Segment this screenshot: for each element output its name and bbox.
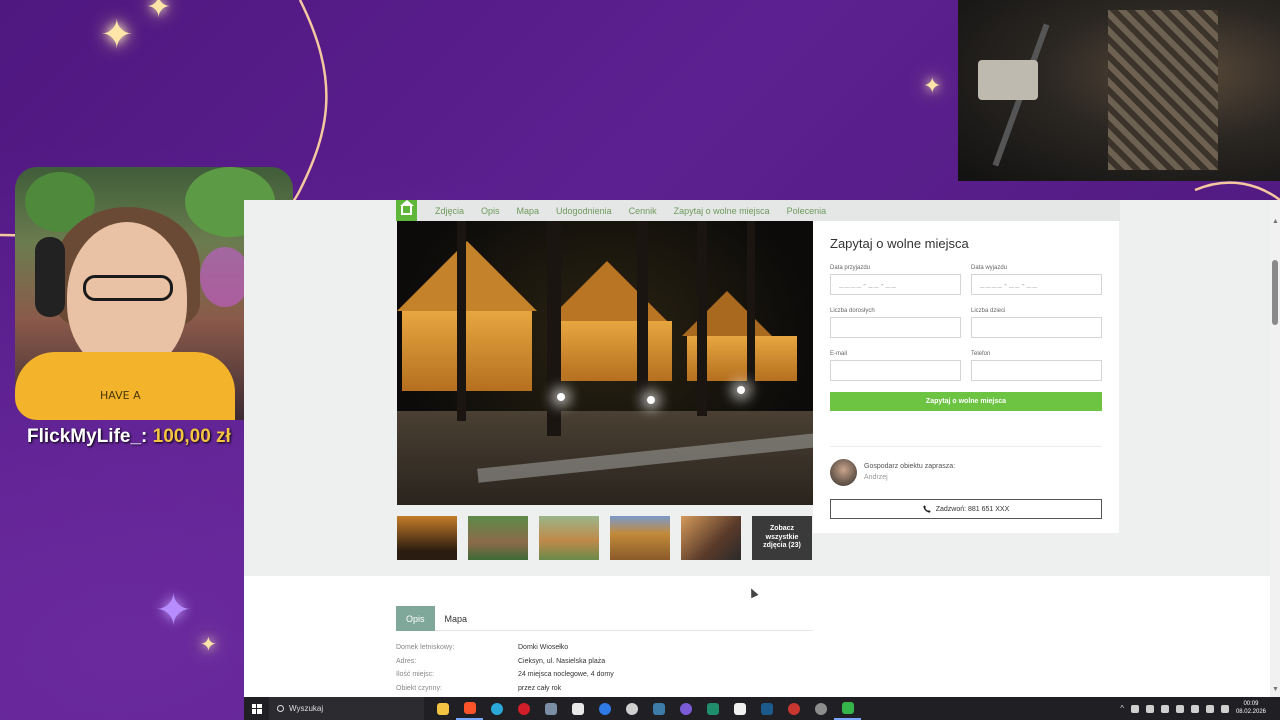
adults-label: Liczba dorosłych [830, 308, 875, 314]
app-icon[interactable] [834, 697, 861, 720]
thumbnail-4[interactable] [610, 516, 670, 560]
workshop-webcam [958, 0, 1280, 181]
app-icon[interactable] [537, 697, 564, 720]
phone-field[interactable] [971, 360, 1102, 381]
content-tabs: Opis Mapa [396, 606, 813, 631]
nav-prices[interactable]: Cennik [629, 206, 657, 216]
departure-label: Data wyjazdu [971, 265, 1008, 271]
app-icon[interactable] [1175, 704, 1184, 713]
taskbar-search[interactable]: Wyszukaj [269, 697, 424, 720]
thumbnail-1[interactable] [397, 516, 457, 560]
browser-page: Zdjęcia Opis Mapa Udogodnienia Cennik Za… [244, 200, 1270, 697]
clock-time: 00:09 [1243, 700, 1259, 707]
nav-availability[interactable]: Zapytaj o wolne miejsca [674, 206, 770, 216]
call-label: Zadzwoń: 881 651 XXX [935, 505, 1010, 513]
phone-label: Telefon [971, 351, 991, 357]
nav-amenities[interactable]: Udogodnienia [556, 206, 612, 216]
children-field[interactable] [971, 317, 1102, 338]
start-button[interactable] [244, 697, 269, 720]
detail-label: Ilość miejsc: [396, 671, 435, 678]
steam-icon[interactable] [645, 697, 672, 720]
app-icon[interactable] [699, 697, 726, 720]
brave-icon[interactable] [456, 697, 483, 720]
detail-value: przez cały rok [518, 684, 562, 692]
detail-label: Adres: [396, 657, 417, 665]
sparkle-icon: ✦ [200, 632, 217, 656]
donation-alert: FlickMyLife_: 100,00 zł [27, 426, 231, 448]
detail-label: Domek letniskowy: [396, 644, 455, 651]
app-icon[interactable] [591, 697, 618, 720]
edge-icon[interactable] [483, 697, 510, 720]
nav-description[interactable]: Opis [481, 206, 500, 216]
microphone-icon[interactable] [1145, 704, 1154, 713]
tab-description[interactable]: Opis [396, 606, 435, 631]
taskbar-apps [429, 697, 861, 720]
search-icon [277, 705, 284, 712]
host-label: Gospodarz obiektu zaprasza: [864, 463, 956, 470]
photo-thumbnails: Zobacz wszystkie zdjęcia (23) [397, 516, 812, 560]
children-label: Liczba dzieci [971, 308, 1006, 314]
file-explorer-icon[interactable] [429, 697, 456, 720]
scroll-down-icon[interactable]: ▼ [1272, 686, 1279, 693]
donation-amount: 100,00 zł [152, 426, 231, 447]
discord-icon[interactable] [672, 697, 699, 720]
availability-form: Zapytaj o wolne miejsca Data przyjazdu _… [813, 221, 1119, 533]
network-icon[interactable] [1205, 704, 1214, 713]
language-icon[interactable] [1220, 704, 1229, 713]
speaker-icon[interactable] [1190, 704, 1199, 713]
app-icon[interactable] [726, 697, 753, 720]
departure-date-field[interactable]: ____-__-__ [971, 274, 1102, 295]
divider [830, 446, 1102, 447]
steam-icon[interactable] [753, 697, 780, 720]
donation-name: FlickMyLife_: [27, 426, 148, 447]
detail-label: Obiekt czynny: [396, 684, 442, 692]
battery-icon[interactable] [1130, 704, 1139, 713]
arrival-label: Data przyjazdu [830, 265, 871, 271]
sparkle-icon: ✦ [923, 74, 942, 99]
scrollbar-thumb[interactable] [1272, 260, 1278, 325]
obs-icon[interactable] [618, 697, 645, 720]
app-icon[interactable] [807, 697, 834, 720]
nav-map[interactable]: Mapa [517, 206, 540, 216]
sparkle-icon: ✦ [155, 585, 192, 636]
detail-value: Cieksyn, ul. Nasielska plaża [518, 657, 606, 665]
taskbar-clock[interactable]: 00:09 08.02.2026 [1236, 701, 1266, 717]
arrival-date-field[interactable]: ____-__-__ [830, 274, 961, 295]
home-icon[interactable] [396, 200, 417, 221]
detail-value: Domki Wiosełko [518, 644, 569, 651]
thumbnail-5[interactable] [681, 516, 741, 560]
nav-photos[interactable]: Zdjęcia [435, 206, 464, 216]
property-navbar: Zdjęcia Opis Mapa Udogodnienia Cennik Za… [396, 200, 1120, 221]
app-icon[interactable] [780, 697, 807, 720]
avatar [830, 459, 857, 486]
view-all-photos-button[interactable]: Zobacz wszystkie zdjęcia (23) [752, 516, 812, 560]
opera-icon[interactable] [510, 697, 537, 720]
email-field[interactable] [830, 360, 961, 381]
adults-field[interactable] [830, 317, 961, 338]
thumbnail-2[interactable] [468, 516, 528, 560]
email-label: E-mail [830, 351, 848, 357]
scroll-up-icon[interactable]: ▲ [1272, 218, 1279, 225]
windows-icon [251, 703, 262, 714]
sparkle-icon: ✦ [146, 0, 172, 25]
search-placeholder: Wyszukaj [289, 704, 324, 713]
detail-value: 24 miejsca noclegowe, 4 domy [518, 671, 614, 678]
nav-reviews[interactable]: Polecenia [787, 206, 827, 216]
form-title: Zapytaj o wolne miejsca [830, 236, 969, 251]
submit-inquiry-button[interactable]: Zapytaj o wolne miejsca [830, 392, 1102, 411]
host-name: Andrzej [864, 474, 888, 481]
app-icon[interactable] [1160, 704, 1169, 713]
clock-date: 08.02.2026 [1235, 708, 1266, 715]
call-button[interactable]: Zadzwoń: 881 651 XXX [830, 499, 1102, 519]
thumbnail-3[interactable] [539, 516, 599, 560]
main-photo[interactable] [397, 221, 813, 505]
system-tray: ^ 00:09 08.02.2026 [1120, 697, 1280, 720]
phone-icon [923, 505, 931, 513]
sparkle-icon: ✦ [100, 12, 134, 58]
tab-map[interactable]: Mapa [435, 606, 478, 631]
windows-taskbar: Wyszukaj ^ 00:09 08.02.2026 [244, 697, 1280, 720]
chevron-up-icon[interactable]: ^ [1120, 704, 1124, 713]
epic-games-icon[interactable] [564, 697, 591, 720]
page-scrollbar[interactable]: ▲ ▼ [1270, 200, 1280, 697]
